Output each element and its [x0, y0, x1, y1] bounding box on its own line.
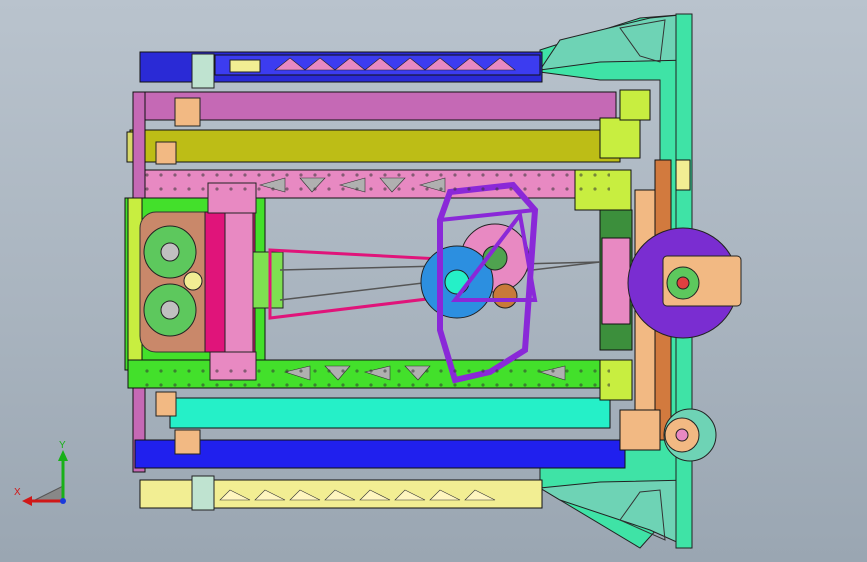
right-wheel-plate: [627, 227, 742, 339]
top-blue-rail: [139, 51, 543, 89]
lower-blue-rail: [134, 439, 626, 469]
cyan-rail: [169, 397, 611, 429]
axis-triad: [22, 450, 68, 506]
lower-right-gear: [663, 408, 717, 462]
pink-upper-rail: [137, 91, 617, 121]
cad-viewport[interactable]: X Y: [0, 0, 867, 562]
olive-rail: [126, 129, 621, 163]
bottom-yellow-rail: [139, 475, 543, 511]
hole-pattern-bottom: [140, 360, 610, 388]
hole-pattern-top: [140, 170, 610, 198]
z-axis-icon: [60, 498, 66, 504]
left-gearbox: [139, 182, 257, 381]
robot-assembly-model[interactable]: [0, 0, 867, 562]
center-gear-assembly: [420, 181, 539, 384]
y-axis-label: Y: [59, 440, 66, 451]
x-axis-label: X: [14, 487, 21, 498]
